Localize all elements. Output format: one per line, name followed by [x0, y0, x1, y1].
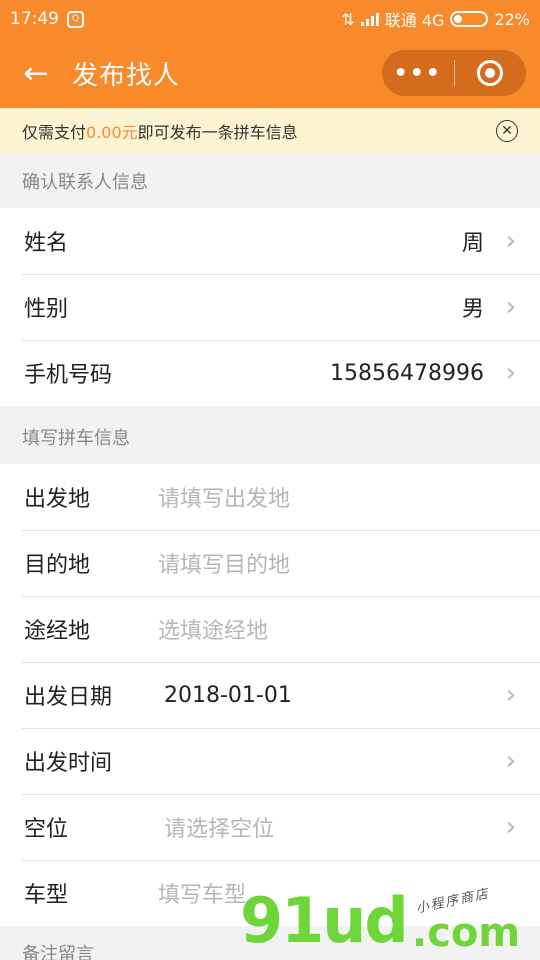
time-label: 出发时间	[24, 751, 113, 776]
phone-row[interactable]: 手机号码 15856478996 ›	[0, 340, 540, 406]
section-header-trip: 填写拼车信息	[0, 410, 540, 464]
via-input[interactable]: 选填途经地	[158, 613, 268, 645]
trip-list: 出发地 请填写出发地 目的地 请填写目的地 途经地 选填途经地 出发日期 201…	[0, 464, 540, 926]
destination-input[interactable]: 请填写目的地	[158, 547, 290, 579]
destination-row: 目的地 请填写目的地	[0, 530, 540, 596]
departure-input[interactable]: 请填写出发地	[158, 481, 290, 513]
phone-label: 手机号码	[24, 363, 113, 388]
status-time: 17:49	[10, 9, 59, 29]
target-icon	[477, 60, 504, 86]
status-bar: 17:49 Q ⇅ 联通 4G 22%	[0, 0, 540, 38]
watermark-brand: 91ud	[240, 884, 409, 957]
close-button[interactable]	[455, 60, 527, 86]
arrow-left-icon: ←	[23, 55, 49, 91]
mini-program-capsule: •••	[382, 50, 526, 96]
notice-amount: 0.00元	[86, 123, 138, 142]
time-row[interactable]: 出发时间 ›	[0, 728, 540, 794]
section-header-contact: 确认联系人信息	[0, 154, 540, 208]
notice-prefix: 仅需支付	[22, 123, 87, 142]
seats-row[interactable]: 空位 请选择空位 ›	[0, 794, 540, 860]
chevron-right-icon: ›	[505, 292, 516, 322]
name-label: 姓名	[24, 231, 69, 256]
signal-icon	[360, 12, 379, 26]
payment-notice: 仅需支付 0.00元 即可发布一条拼车信息 ✕	[0, 108, 540, 154]
car-model-input[interactable]: 填写车型	[158, 877, 246, 909]
date-value: 2018-01-01	[164, 682, 292, 708]
carrier-label: 联通 4G	[384, 11, 445, 30]
chevron-right-icon: ›	[505, 358, 516, 388]
chevron-right-icon: ›	[505, 746, 516, 776]
battery-icon	[450, 11, 489, 27]
via-label: 途经地	[24, 619, 91, 644]
departure-row: 出发地 请填写出发地	[0, 464, 540, 530]
watermark-domain: .com	[412, 910, 521, 956]
page-title: 发布找人	[72, 60, 181, 91]
seats-label: 空位	[24, 817, 69, 842]
back-button[interactable]: ←	[0, 38, 72, 108]
more-button[interactable]: •••	[382, 61, 454, 86]
notice-suffix: 即可发布一条拼车信息	[137, 123, 298, 142]
via-row: 途经地 选填途经地	[0, 596, 540, 662]
watermark-logo: 91ud 小程序商店 .com	[240, 886, 540, 960]
gender-value: 男	[461, 297, 484, 322]
seats-picker: 请选择空位	[164, 817, 275, 842]
phone-value: 15856478996	[330, 360, 484, 386]
status-right: ⇅ 联通 4G 22%	[341, 7, 530, 31]
chevron-right-icon: ›	[505, 812, 516, 842]
date-row[interactable]: 出发日期 2018-01-01 ›	[0, 662, 540, 728]
gender-row[interactable]: 性别 男 ›	[0, 274, 540, 340]
battery-percent: 22%	[494, 9, 530, 29]
date-label: 出发日期	[24, 685, 113, 710]
gender-label: 性别	[24, 297, 69, 322]
car-model-label: 车型	[24, 883, 69, 908]
departure-label: 出发地	[24, 487, 91, 512]
contact-list: 姓名 周 › 性别 男 › 手机号码 15856478996 ›	[0, 208, 540, 406]
circle-x-icon[interactable]: ✕	[496, 120, 518, 142]
destination-label: 目的地	[24, 553, 91, 578]
name-value: 周	[461, 231, 484, 256]
chevron-right-icon: ›	[505, 226, 516, 256]
chevron-right-icon: ›	[505, 680, 516, 710]
navigation-bar: ← 发布找人 •••	[0, 38, 540, 108]
name-row[interactable]: 姓名 周 ›	[0, 208, 540, 274]
app-notification-icon: Q	[67, 10, 84, 28]
data-transfer-icon: ⇅	[341, 9, 355, 29]
